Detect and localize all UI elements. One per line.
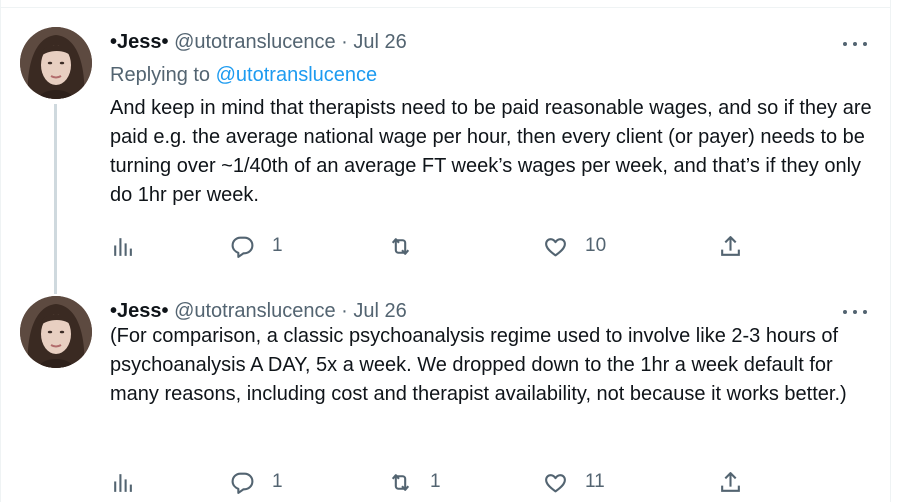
author-name[interactable]: •Jess• (110, 31, 169, 53)
avatar[interactable] (20, 296, 92, 368)
share-icon (721, 471, 740, 492)
share-button[interactable] (718, 231, 743, 261)
reply-icon (231, 472, 254, 494)
retweet-button[interactable] (388, 231, 430, 261)
reply-icon (231, 236, 254, 258)
timeline-right-border (890, 0, 891, 502)
retweet-button[interactable]: 1 (388, 467, 441, 497)
tweet[interactable]: •Jess• @utotranslucence · Jul 26 Replyin… (0, 8, 890, 288)
replying-to-label: Replying to (110, 64, 211, 86)
analytics-button[interactable] (110, 231, 135, 261)
author-name[interactable]: •Jess• (110, 300, 169, 322)
analytics-icon (114, 473, 132, 492)
analytics-icon (114, 237, 132, 256)
like-button[interactable]: 10 (543, 231, 606, 261)
header-separator: · (341, 300, 348, 322)
thread-connector-line (54, 104, 57, 288)
like-count: 11 (585, 471, 605, 492)
like-icon (545, 473, 566, 492)
thread-connector-line (54, 288, 57, 294)
tweet-actions: 1 1 11 (110, 467, 770, 497)
tweet-text: And keep in mind that therapists need to… (110, 97, 872, 206)
tweet-date[interactable]: Jul 26 (353, 31, 406, 53)
author-handle[interactable]: @utotranslucence (174, 31, 336, 53)
more-icon[interactable] (842, 302, 868, 322)
like-count: 10 (585, 235, 607, 256)
share-button[interactable] (718, 467, 743, 497)
share-icon (721, 235, 740, 256)
replying-to: Replying to @utotranslucence (110, 64, 377, 87)
like-icon (545, 237, 566, 256)
tweet-header: •Jess• @utotranslucence · Jul 26 (110, 31, 407, 54)
header-separator: · (341, 31, 348, 53)
reply-button[interactable]: 1 (230, 467, 283, 497)
retweet-icon (391, 473, 410, 491)
retweet-icon (391, 237, 410, 255)
avatar-image (20, 27, 92, 99)
avatar[interactable] (20, 27, 92, 99)
tweet-actions: 1 10 (110, 231, 770, 261)
replying-to-handle-link[interactable]: @utotranslucence (216, 64, 378, 86)
reply-button[interactable]: 1 (230, 231, 283, 261)
analytics-button[interactable] (110, 467, 135, 497)
tweet-header: •Jess• @utotranslucence · Jul 26 (110, 300, 407, 323)
more-icon[interactable] (842, 34, 868, 54)
tweet[interactable]: •Jess• @utotranslucence · Jul 26 (For co… (0, 288, 890, 502)
tweet-text: (For comparison, a classic psychoanalysi… (110, 325, 847, 405)
avatar-image (20, 296, 92, 368)
reply-count: 1 (272, 471, 283, 492)
author-handle[interactable]: @utotranslucence (174, 300, 336, 322)
reply-count: 1 (272, 235, 283, 256)
retweet-count: 1 (430, 471, 441, 492)
tweet-date[interactable]: Jul 26 (353, 300, 406, 322)
like-button[interactable]: 11 (543, 467, 605, 497)
